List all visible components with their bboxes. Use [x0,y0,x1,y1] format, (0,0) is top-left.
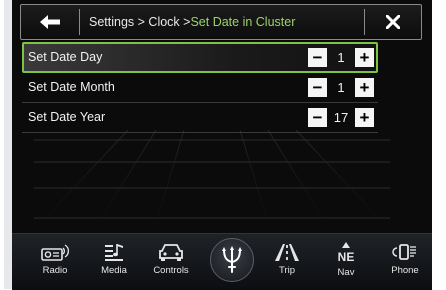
bottom-nav-bar: Radio Media Controls Trip NE Nav Phone [12,233,432,290]
nav-label: Controls [153,265,189,276]
nav-icon: NE [338,242,355,264]
decrement-button[interactable]: − [308,48,327,67]
compass-heading: NE [338,250,355,264]
nav-phone[interactable]: Phone [378,234,432,290]
setting-label: Set Date Day [28,50,103,64]
close-button[interactable] [365,5,421,39]
controls-icon [159,244,183,261]
nav-label: Media [101,265,127,276]
setting-value: 1 [337,80,345,95]
media-icon [105,244,123,261]
decrement-button[interactable]: − [308,78,327,97]
nav-radio[interactable]: Radio [28,234,82,290]
setting-label: Set Date Year [28,110,106,124]
header-bar: Settings > Clock > Set Date in Cluster [20,4,422,40]
trip-icon [275,244,299,261]
setting-row-year[interactable]: Set Date Year − 17 + [22,103,378,133]
setting-label: Set Date Month [28,80,115,94]
home-logo-button[interactable] [210,238,254,282]
nav-label: Nav [337,267,355,278]
year-stepper: − 17 + [308,108,374,127]
setting-row-month[interactable]: Set Date Month − 1 + [22,73,378,103]
decrement-button[interactable]: − [308,108,327,127]
radio-icon [41,244,69,261]
breadcrumb: Settings > Clock > Set Date in Cluster [89,5,295,39]
breadcrumb-current: Set Date in Cluster [190,15,296,29]
nav-trip[interactable]: Trip [260,234,314,290]
nav-controls[interactable]: Controls [144,234,198,290]
setting-row-day[interactable]: Set Date Day − 1 + [22,42,378,73]
month-stepper: − 1 + [308,78,374,97]
nav-nav[interactable]: NE Nav [319,234,373,290]
increment-button[interactable]: + [355,108,374,127]
increment-button[interactable]: + [355,48,374,67]
day-stepper: − 1 + [308,48,374,67]
nav-media[interactable]: Media [87,234,141,290]
trident-logo-icon [222,246,242,273]
phone-icon [392,244,416,260]
left-gutter [4,0,12,289]
breadcrumb-path: Settings > Clock > [89,15,191,29]
nav-label: Phone [391,265,419,276]
back-arrow-icon [40,15,60,29]
header-divider [79,9,80,35]
increment-button[interactable]: + [355,78,374,97]
nav-label: Radio [42,265,68,276]
setting-value: 17 [333,110,349,125]
back-button[interactable] [21,5,79,39]
setting-value: 1 [337,50,345,65]
settings-list: Set Date Day − 1 + Set Date Month − 1 + … [22,42,378,133]
close-icon [386,15,400,29]
nav-label: Trip [278,265,295,276]
floor-grid-decoration [34,130,390,230]
